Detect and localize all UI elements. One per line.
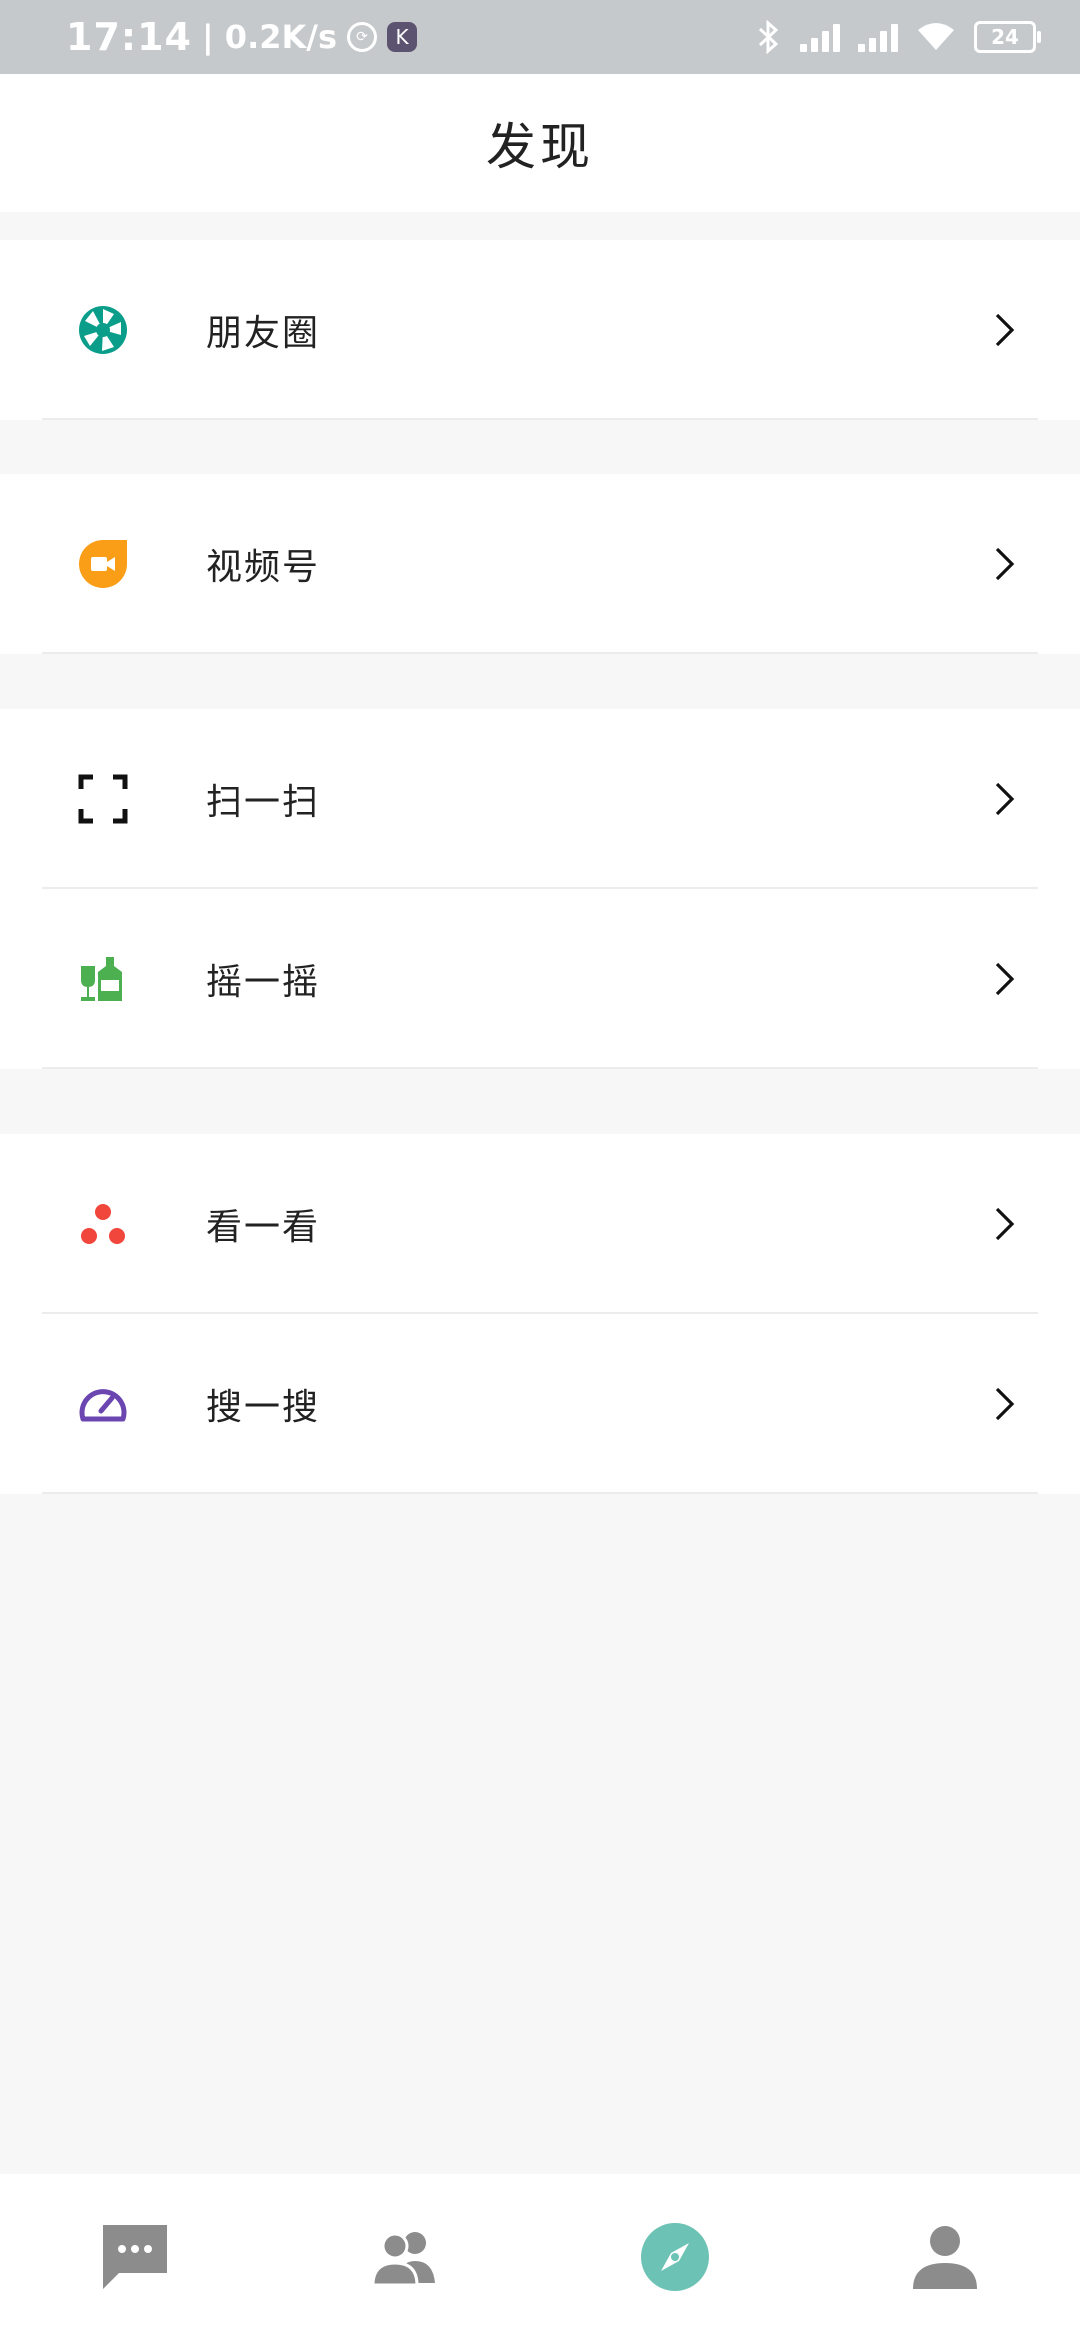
list-item-channels[interactable]: 视频号: [0, 474, 1080, 654]
status-bar-right: 24: [756, 0, 1041, 74]
group-channels: 视频号: [0, 474, 1080, 654]
status-bar-left: 17:14 | 0.2K/s ⟳ K: [66, 0, 418, 74]
group-scan-shake: 扫一扫 摇一摇: [0, 709, 1080, 1069]
top-stories-dots-icon: [81, 1204, 125, 1244]
top-stories-label: 看一看: [206, 1207, 321, 1248]
rotation-lock-icon: ⟳: [347, 22, 378, 52]
divider: [42, 1067, 1038, 1069]
shake-bottles-icon: [81, 957, 122, 1001]
tab-me[interactable]: [810, 2174, 1080, 2340]
signal-2-icon: [858, 22, 898, 52]
tab-discover[interactable]: [540, 2174, 810, 2340]
list-item-moments[interactable]: 朋友圈: [0, 240, 1080, 420]
channels-video-icon: [79, 540, 127, 588]
status-bar: 17:14 | 0.2K/s ⟳ K 24: [0, 0, 1080, 74]
group-stories-search: 看一看 搜一搜: [0, 1134, 1080, 1494]
page-title: 发现: [486, 118, 594, 176]
divider: [42, 1492, 1038, 1494]
tab-chats[interactable]: [0, 2174, 270, 2340]
channels-label: 视频号: [206, 547, 321, 588]
search-label: 搜一搜: [206, 1387, 321, 1428]
shake-label: 摇一摇: [206, 962, 321, 1003]
list-item-shake[interactable]: 摇一摇: [0, 889, 1080, 1069]
battery-icon: 24: [974, 21, 1041, 53]
contacts-icon: [371, 2232, 435, 2287]
search-gauge-icon: [79, 1389, 127, 1422]
status-time: 17:14: [66, 15, 192, 59]
compass-icon: [641, 2223, 709, 2291]
moments-label: 朋友圈: [206, 313, 321, 354]
scan-icon: [78, 774, 128, 824]
tab-contacts[interactable]: [270, 2174, 540, 2340]
chevron-right-icon: [995, 782, 1015, 816]
divider: [42, 418, 1038, 420]
chevron-right-icon: [995, 962, 1015, 996]
chat-bubble-icon: [103, 2225, 167, 2289]
chevron-right-icon: [995, 1207, 1015, 1241]
chevron-right-icon: [995, 313, 1015, 347]
scan-label: 扫一扫: [206, 782, 321, 823]
group-moments: 朋友圈: [0, 240, 1080, 420]
chevron-right-icon: [995, 547, 1015, 581]
bluetooth-icon: [758, 20, 779, 54]
signal-1-icon: [800, 22, 840, 52]
list-item-top-stories[interactable]: 看一看: [0, 1134, 1080, 1314]
person-icon: [913, 2226, 977, 2289]
app-notification-icon: K: [387, 22, 418, 52]
page-header: 发现: [0, 74, 1080, 212]
list-item-scan[interactable]: 扫一扫: [0, 709, 1080, 889]
wifi-icon: [918, 23, 954, 50]
divider: [42, 652, 1038, 654]
list-item-search[interactable]: 搜一搜: [0, 1314, 1080, 1494]
network-speed: | 0.2K/s: [201, 18, 338, 56]
chevron-right-icon: [995, 1387, 1015, 1421]
bottom-nav: [0, 2174, 1080, 2340]
battery-level: 24: [991, 25, 1019, 49]
moments-aperture-icon: [79, 306, 127, 354]
